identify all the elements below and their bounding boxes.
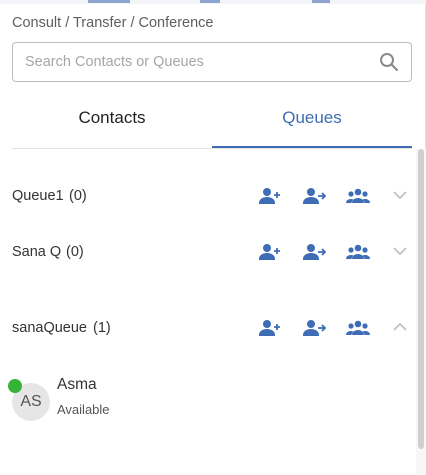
queue-list: Queue1 (0) Sana Q (0) sanaQueue (1) AS A… bbox=[0, 149, 426, 475]
transfer-icon[interactable] bbox=[301, 240, 327, 264]
queue-count: (0) bbox=[66, 244, 84, 260]
search-input[interactable] bbox=[13, 43, 385, 81]
agent-status: Available bbox=[57, 402, 110, 417]
consult-icon[interactable] bbox=[257, 316, 283, 340]
queue-name: Sana Q bbox=[12, 244, 62, 260]
queue-name: Queue1 bbox=[12, 188, 64, 204]
tab-contacts[interactable]: Contacts bbox=[12, 96, 212, 146]
conference-icon[interactable] bbox=[345, 184, 371, 208]
scrollbar[interactable] bbox=[416, 149, 426, 475]
tab-queues[interactable]: Queues bbox=[212, 96, 412, 148]
consult-transfer-panel: Consult / Transfer / Conference Contacts… bbox=[0, 0, 426, 475]
chevron-down-icon[interactable] bbox=[392, 187, 408, 203]
queue-count: (0) bbox=[69, 188, 87, 204]
agent-name: Asma bbox=[57, 376, 97, 393]
search-icon[interactable] bbox=[379, 52, 399, 72]
queue-row: sanaQueue (1) bbox=[12, 313, 410, 345]
chevron-down-icon[interactable] bbox=[392, 243, 408, 259]
transfer-icon[interactable] bbox=[301, 184, 327, 208]
queue-count: (1) bbox=[93, 320, 111, 336]
consult-icon[interactable] bbox=[257, 184, 283, 208]
search-box bbox=[12, 42, 412, 82]
tab-bar: Contacts Queues bbox=[12, 96, 412, 149]
conference-icon[interactable] bbox=[345, 240, 371, 264]
transfer-icon[interactable] bbox=[301, 316, 327, 340]
conference-icon[interactable] bbox=[345, 316, 371, 340]
queue-row: Queue1 (0) bbox=[12, 181, 410, 213]
online-status-icon bbox=[8, 379, 22, 393]
queue-row: Sana Q (0) bbox=[12, 237, 410, 269]
queue-name: sanaQueue bbox=[12, 320, 87, 336]
scrollbar-thumb[interactable] bbox=[418, 149, 424, 449]
chevron-up-icon[interactable] bbox=[392, 319, 408, 335]
panel-title: Consult / Transfer / Conference bbox=[12, 15, 214, 31]
consult-icon[interactable] bbox=[257, 240, 283, 264]
top-border-strip bbox=[0, 0, 426, 4]
agent-row[interactable]: AS Asma Available bbox=[8, 376, 410, 426]
